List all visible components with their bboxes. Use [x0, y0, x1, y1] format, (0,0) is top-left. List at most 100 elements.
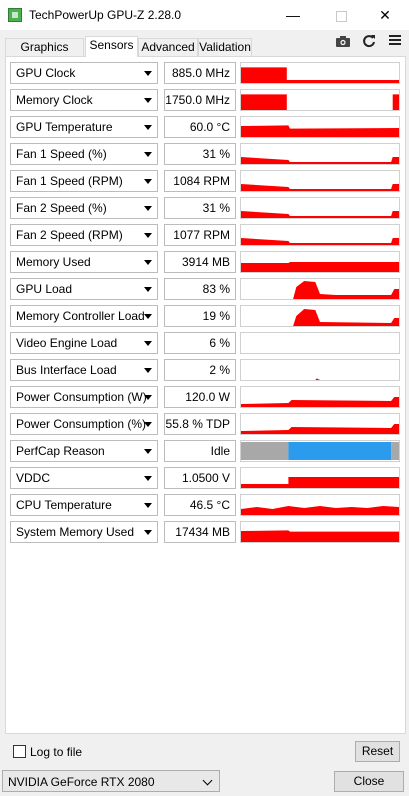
tab-graphics-card[interactable]: Graphics Card — [5, 38, 84, 71]
sensor-value: 1.0500 V — [181, 471, 230, 485]
sensor-row: Bus Interface Load 2 % — [10, 359, 400, 381]
sensor-value-box: 31 % — [164, 143, 236, 165]
gpu-z-app-icon — [8, 8, 22, 22]
sensor-value-box: 31 % — [164, 197, 236, 219]
sensor-name-dropdown[interactable]: PerfCap Reason — [10, 440, 158, 462]
dropdown-arrow-icon — [144, 260, 152, 265]
sensor-row: CPU Temperature 46.5 °C — [10, 494, 400, 516]
close-window-button[interactable]: ✕ — [362, 0, 408, 30]
sensor-value-box: 46.5 °C — [164, 494, 236, 516]
sensor-name-dropdown[interactable]: GPU Clock — [10, 62, 158, 84]
sensor-row: Power Consumption (%) 55.8 % TDP — [10, 413, 400, 435]
tab-validation[interactable]: Validation — [198, 38, 252, 56]
sensor-graph — [240, 359, 400, 381]
dropdown-arrow-icon — [144, 422, 152, 427]
sensor-value-box: 55.8 % TDP — [164, 413, 236, 435]
sensor-row: Power Consumption (W) 120.0 W — [10, 386, 400, 408]
sensor-name-dropdown[interactable]: Memory Used — [10, 251, 158, 273]
sensor-name-dropdown[interactable]: Fan 1 Speed (RPM) — [10, 170, 158, 192]
sensor-graph-area — [241, 94, 399, 110]
sensor-graph-area — [241, 238, 399, 245]
sensor-name-dropdown[interactable]: GPU Load — [10, 278, 158, 300]
perfcap-segment — [288, 442, 392, 460]
sensor-value: 55.8 % TDP — [165, 417, 230, 431]
sensor-graph — [240, 467, 400, 489]
menu-icon[interactable] — [386, 34, 404, 50]
sensor-name: GPU Load — [16, 282, 73, 296]
sensor-value: 885.0 MHz — [171, 66, 230, 80]
sensor-graph — [240, 278, 400, 300]
sensor-name: Video Engine Load — [16, 336, 118, 350]
sensor-name-dropdown[interactable]: Video Engine Load — [10, 332, 158, 354]
maximize-button[interactable] — [318, 0, 364, 30]
tab-sensors[interactable]: Sensors — [85, 36, 138, 57]
minimize-button[interactable]: — — [270, 0, 316, 30]
sensor-name-dropdown[interactable]: GPU Temperature — [10, 116, 158, 138]
sensor-graph-area — [241, 67, 399, 83]
sensor-name-dropdown[interactable]: System Memory Used — [10, 521, 158, 543]
sensor-name-dropdown[interactable]: Power Consumption (%) — [10, 413, 158, 435]
sensor-graph — [240, 224, 400, 246]
dropdown-arrow-icon — [144, 125, 152, 130]
sensor-value-box: 83 % — [164, 278, 236, 300]
sensor-graph — [240, 170, 400, 192]
sensor-value-box: 19 % — [164, 305, 236, 327]
log-to-file-checkbox[interactable] — [13, 745, 26, 758]
window-title: TechPowerUp GPU-Z 2.28.0 — [29, 8, 182, 22]
dropdown-arrow-icon — [144, 152, 152, 157]
sensor-name: Fan 2 Speed (RPM) — [16, 228, 123, 242]
sensor-graph-area — [241, 506, 399, 515]
reset-button[interactable]: Reset — [355, 741, 400, 762]
sensor-name-dropdown[interactable]: CPU Temperature — [10, 494, 158, 516]
sensor-name-dropdown[interactable]: Fan 2 Speed (RPM) — [10, 224, 158, 246]
sensor-row: Fan 2 Speed (%) 31 % — [10, 197, 400, 219]
sensor-name: PerfCap Reason — [16, 444, 105, 458]
sensor-value: 120.0 W — [185, 390, 230, 404]
refresh-icon[interactable] — [360, 34, 378, 50]
sensor-value-box: Idle — [164, 440, 236, 462]
sensor-row: Memory Controller Load 19 % — [10, 305, 400, 327]
dropdown-arrow-icon — [144, 503, 152, 508]
sensor-row: Fan 2 Speed (RPM) 1077 RPM — [10, 224, 400, 246]
sensor-name-dropdown[interactable]: Fan 2 Speed (%) — [10, 197, 158, 219]
sensor-graph-area — [241, 477, 399, 488]
dropdown-arrow-icon — [144, 71, 152, 76]
sensor-value-box: 1750.0 MHz — [164, 89, 236, 111]
sensor-value: 17434 MB — [175, 525, 230, 539]
sensor-graph — [240, 62, 400, 84]
sensor-name: GPU Clock — [16, 66, 76, 80]
sensor-name-dropdown[interactable]: Fan 1 Speed (%) — [10, 143, 158, 165]
dropdown-arrow-icon — [144, 530, 152, 535]
sensor-value: 60.0 °C — [189, 120, 230, 134]
sensor-row: Fan 1 Speed (%) 31 % — [10, 143, 400, 165]
sensor-name: GPU Temperature — [16, 120, 113, 134]
sensor-graph-area — [241, 157, 399, 164]
sensor-name-dropdown[interactable]: Memory Clock — [10, 89, 158, 111]
sensor-graph-area — [241, 530, 399, 542]
tab-advanced[interactable]: Advanced — [138, 38, 198, 56]
sensor-name: Memory Clock — [16, 93, 93, 107]
sensor-graph-area — [241, 281, 399, 299]
sensor-graph — [240, 440, 400, 462]
sensor-value: 83 % — [202, 282, 230, 296]
camera-icon[interactable] — [334, 34, 352, 50]
sensor-value: 1750.0 MHz — [165, 93, 230, 107]
sensor-name-dropdown[interactable]: VDDC — [10, 467, 158, 489]
sensor-value: Idle — [210, 444, 230, 458]
sensor-name: Bus Interface Load — [16, 363, 117, 377]
close-button[interactable]: Close — [334, 771, 404, 792]
sensor-graph-area — [241, 125, 399, 137]
sensor-name-dropdown[interactable]: Bus Interface Load — [10, 359, 158, 381]
sensor-row: Memory Used 3914 MB — [10, 251, 400, 273]
dropdown-arrow-icon — [144, 287, 152, 292]
sensor-name-dropdown[interactable]: Memory Controller Load — [10, 305, 158, 327]
sensor-graph-area — [241, 309, 399, 326]
sensor-name-dropdown[interactable]: Power Consumption (W) — [10, 386, 158, 408]
sensor-graph — [240, 197, 400, 219]
sensor-value: 31 % — [202, 147, 230, 161]
sensor-graph-area — [241, 184, 399, 191]
gpu-select[interactable]: NVIDIA GeForce RTX 2080 — [2, 770, 220, 792]
sensor-graph-area — [241, 424, 399, 434]
sensor-value-box: 1084 RPM — [164, 170, 236, 192]
sensor-value-box: 1.0500 V — [164, 467, 236, 489]
